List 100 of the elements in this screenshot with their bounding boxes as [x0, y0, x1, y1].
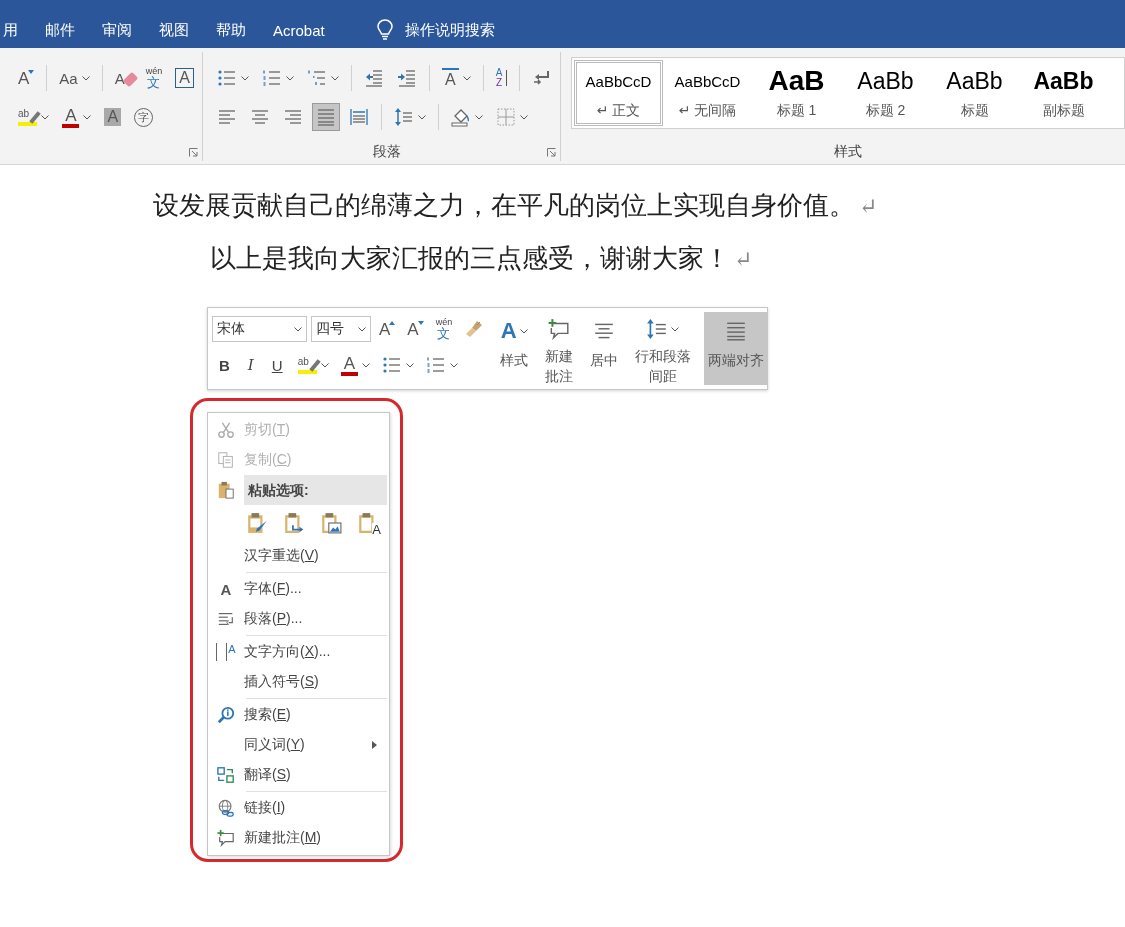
clipboard-brush-icon: [246, 512, 268, 534]
shrink-font-button[interactable]: A: [14, 64, 39, 92]
align-center-icon: [250, 107, 270, 127]
menu-header: 粘贴选项:: [244, 475, 387, 505]
group-label: 样式: [833, 142, 863, 161]
style-sample: AaBb: [1033, 66, 1094, 96]
style-item[interactable]: AaBb 标题: [930, 60, 1019, 126]
chevron-down-icon: [671, 326, 680, 332]
submenu-arrow-icon: [372, 741, 377, 749]
style-name: ↵ 正文: [596, 102, 641, 120]
style-item[interactable]: AaBb 标题 2: [841, 60, 930, 126]
chevron-down-icon: [520, 114, 528, 120]
menu-item[interactable]: 链接(I): [208, 793, 389, 823]
chevron-down-icon: [241, 75, 249, 81]
clipboard-icon: [217, 481, 235, 499]
font-size-dropdown[interactable]: 四号: [311, 316, 371, 342]
paste-option-button[interactable]: [320, 510, 342, 536]
paste-option-button[interactable]: [246, 510, 268, 536]
dialog-launcher-icon[interactable]: [547, 148, 556, 157]
dialog-launcher-icon[interactable]: [189, 148, 198, 157]
style-item[interactable]: AaBb 副标题: [1019, 60, 1108, 126]
chevron-down-icon: [418, 114, 426, 120]
style-item[interactable]: AaB 标题 1: [752, 60, 841, 126]
paint-bucket-icon: [451, 107, 471, 127]
numbered-list-icon: [426, 355, 447, 375]
ribbon-tab[interactable]: 邮件: [45, 16, 75, 44]
paragraph-icon: [217, 610, 235, 628]
style-sample: AaBbCcD: [674, 71, 741, 92]
style-sample: AaBb: [946, 66, 1003, 96]
document-paragraph: 以上是我向大家汇报的三点感受，谢谢大家！↵: [209, 242, 753, 275]
translate-icon: [217, 766, 235, 784]
style-sample: AaBbCcD: [585, 71, 652, 92]
ribbon-tab[interactable]: 视图: [159, 16, 189, 44]
sort-button[interactable]: A Z: [491, 64, 512, 92]
menu-item[interactable]: 搜索(E): [208, 700, 389, 730]
change-case-button[interactable]: Aa: [55, 64, 94, 92]
paintbrush-icon: [464, 319, 485, 339]
justify-button[interactable]: 两端对齐: [704, 312, 769, 385]
chevron-down-icon: [83, 114, 92, 120]
style-name: 标题 1: [776, 102, 817, 120]
style-name: 标题 2: [865, 102, 906, 120]
document-paragraph: 设发展贡献自己的绵薄之力，在平凡的岗位上实现自身价值。↵: [153, 189, 878, 222]
ribbon-tab[interactable]: 用: [3, 16, 18, 44]
chevron-down-icon: [331, 75, 339, 81]
chevron-down-icon: [450, 362, 459, 368]
menu-item[interactable]: 新建批注(M): [208, 823, 389, 853]
numbered-list-icon: [262, 68, 282, 88]
menu-item[interactable]: 翻译(S): [208, 760, 389, 790]
styles-button[interactable]: A 样式: [496, 312, 533, 385]
paste-option-button[interactable]: [283, 510, 305, 536]
menu-item[interactable]: 同义词(Y): [208, 730, 389, 760]
border-grid-icon: [496, 107, 516, 127]
justify-button[interactable]: [312, 103, 340, 131]
italic-button[interactable]: I: [240, 351, 261, 379]
clear-formatting-button[interactable]: A: [110, 64, 137, 92]
tell-me-search[interactable]: 操作说明搜索: [404, 20, 495, 40]
search-icon: [217, 706, 235, 724]
phonetic-guide-button[interactable]: wén 文: [141, 64, 167, 92]
ribbon-tab[interactable]: 审阅: [102, 16, 132, 44]
ribbon-tab[interactable]: Acrobat: [273, 17, 325, 43]
chevron-down-icon: [41, 114, 50, 120]
comment-button[interactable]: 新建批注: [540, 312, 578, 385]
style-name: ↵ 无间隔: [678, 102, 737, 120]
align-right-icon: [283, 107, 303, 127]
chevron-down-icon: [362, 362, 371, 368]
paste-option-button[interactable]: A: [357, 510, 379, 536]
menu-item[interactable]: 段落(P)...: [208, 604, 389, 634]
underline-button[interactable]: U: [264, 351, 290, 379]
chevron-down-icon: [406, 362, 415, 368]
chevron-down-icon: [519, 328, 528, 334]
highlight-button[interactable]: ab: [14, 103, 54, 131]
font-name-dropdown[interactable]: 宋体: [212, 316, 307, 342]
font-icon: A: [220, 580, 232, 598]
bold-button[interactable]: B: [212, 351, 237, 379]
style-item[interactable]: AaBbCcD ↵ 无间隔: [663, 60, 752, 126]
grow-font-button[interactable]: A: [375, 315, 400, 343]
clipboard-picture-icon: [320, 512, 342, 534]
style-sample: AaB: [768, 66, 825, 96]
chevron-down-icon: [286, 75, 294, 81]
scissors-icon: [217, 421, 235, 439]
menu-item[interactable]: A 文字方向(X)...: [208, 637, 389, 667]
line-spacing-icon: [646, 318, 669, 340]
comment-icon: [547, 318, 570, 340]
highlight-button[interactable]: ab: [293, 351, 333, 379]
menu-item[interactable]: 汉字重选(V): [208, 541, 389, 571]
line-spacing-button[interactable]: 行和段落间距: [629, 312, 697, 385]
bullet-list-icon: [217, 68, 237, 88]
phonetic-guide-button[interactable]: wén 文: [431, 315, 457, 343]
font-color-button[interactable]: A: [336, 351, 375, 379]
style-item[interactable]: AaBbCcD ↵ 正文: [574, 60, 663, 126]
menu-item[interactable]: A 字体(F)...: [208, 574, 389, 604]
font-color-button[interactable]: A: [58, 103, 96, 131]
ribbon-tab[interactable]: 帮助: [216, 16, 246, 44]
chinese-layout-button[interactable]: A: [438, 64, 475, 92]
clipboard-arrow-icon: [283, 512, 305, 534]
style-name: 副标题: [1042, 102, 1085, 120]
align-center-button[interactable]: 居中: [585, 312, 622, 385]
shrink-font-button[interactable]: A: [403, 315, 428, 343]
line-spacing-icon: [394, 107, 414, 127]
menu-item[interactable]: 插入符号(S): [208, 667, 389, 697]
